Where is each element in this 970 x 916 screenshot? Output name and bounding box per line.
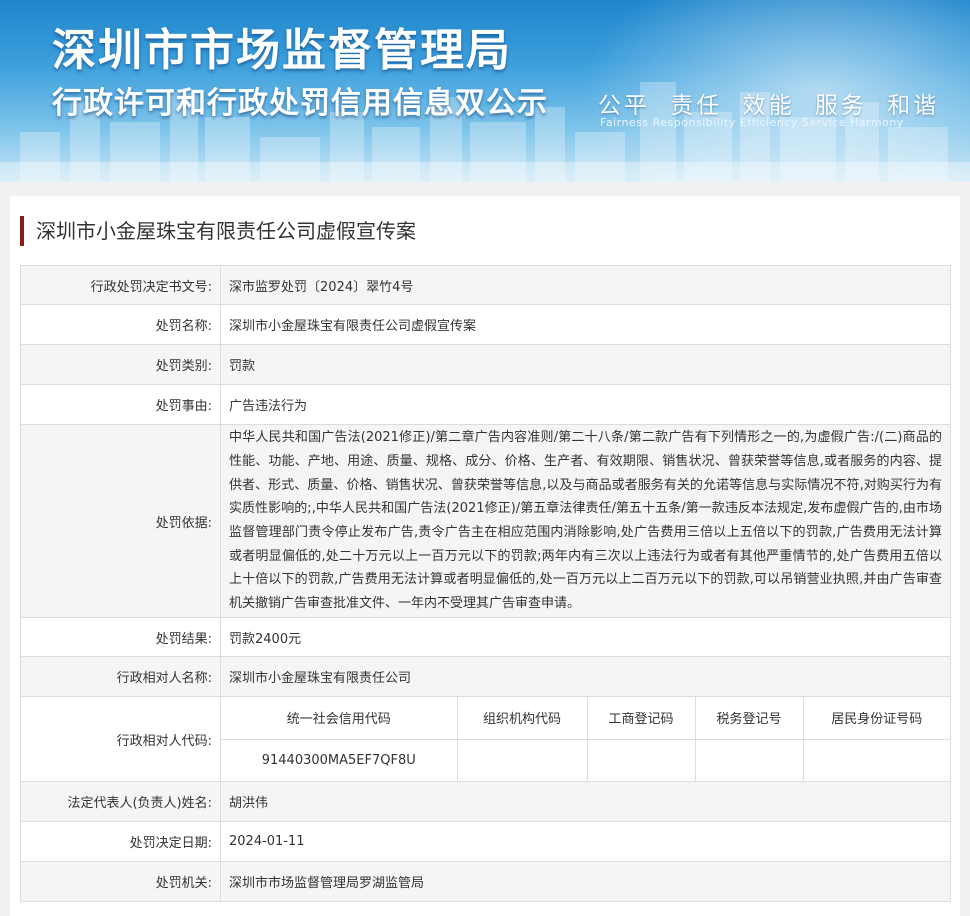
value-id-card-no xyxy=(802,738,950,781)
penalty-name-label: 处罚名称: xyxy=(20,304,221,345)
header-tax-reg-no: 税务登记号 xyxy=(694,697,804,740)
penalty-basis-label: 处罚依据: xyxy=(20,424,221,618)
decision-date-label: 处罚决定日期: xyxy=(20,821,221,862)
header-banner: 深圳市市场监督管理局 行政许可和行政处罚信用信息双公示 公平 责任 效能 服务 … xyxy=(0,0,970,182)
penalty-info-table: 行政处罚决定书文号: 深市监罗处罚〔2024〕翠竹4号 处罚名称: 深圳市小金屋… xyxy=(20,265,951,902)
row-decision-date: 处罚决定日期: 2024-01-11 xyxy=(20,821,951,862)
penalty-reason-value: 广告违法行为 xyxy=(220,384,951,425)
content-panel: 深圳市小金屋珠宝有限责任公司虚假宣传案 行政处罚决定书文号: 深市监罗处罚〔20… xyxy=(10,196,960,916)
penalty-type-label: 处罚类别: xyxy=(20,344,221,385)
slogan: 公平 责任 效能 服务 和谐 xyxy=(598,93,940,119)
legal-rep-value: 胡洪伟 xyxy=(220,781,951,822)
party-code-cell: 统一社会信用代码 组织机构代码 工商登记码 税务登记号 居民身份证号码 9144… xyxy=(220,696,951,782)
party-code-table: 统一社会信用代码 组织机构代码 工商登记码 税务登记号 居民身份证号码 9144… xyxy=(221,697,950,781)
header-org-code: 组织机构代码 xyxy=(456,697,588,740)
row-penalty-type: 处罚类别: 罚款 xyxy=(20,344,951,385)
value-unified-credit-code: 91440300MA5EF7QF8U xyxy=(221,738,458,781)
penalty-type-value: 罚款 xyxy=(220,344,951,385)
header-id-card-no: 居民身份证号码 xyxy=(802,697,950,740)
decision-no-label: 行政处罚决定书文号: xyxy=(20,265,221,305)
bureau-title: 深圳市市场监督管理局 xyxy=(52,25,512,76)
penalty-name-value: 深圳市小金屋珠宝有限责任公司虚假宣传案 xyxy=(220,304,951,345)
value-business-reg-code xyxy=(586,738,696,781)
authority-label: 处罚机关: xyxy=(20,861,221,902)
row-penalty-reason: 处罚事由: 广告违法行为 xyxy=(20,384,951,425)
row-decision-no: 行政处罚决定书文号: 深市监罗处罚〔2024〕翠竹4号 xyxy=(20,265,951,305)
penalty-result-label: 处罚结果: xyxy=(20,617,221,657)
row-authority: 处罚机关: 深圳市市场监督管理局罗湖监管局 xyxy=(20,861,951,902)
penalty-reason-label: 处罚事由: xyxy=(20,384,221,425)
system-subtitle: 行政许可和行政处罚信用信息双公示 xyxy=(52,86,548,121)
row-party-name: 行政相对人名称: 深圳市小金屋珠宝有限责任公司 xyxy=(20,656,951,697)
penalty-basis-value: 中华人民共和国广告法(2021修正)/第二章广告内容准则/第二十八条/第二款广告… xyxy=(220,424,951,618)
party-name-value: 深圳市小金屋珠宝有限责任公司 xyxy=(220,656,951,697)
slogan-english: Fairness Responsibility Efficiency Servi… xyxy=(600,116,904,129)
case-title: 深圳市小金屋珠宝有限责任公司虚假宣传案 xyxy=(20,216,416,246)
party-code-header-row: 统一社会信用代码 组织机构代码 工商登记码 税务登记号 居民身份证号码 xyxy=(221,697,950,740)
authority-value: 深圳市市场监督管理局罗湖监管局 xyxy=(220,861,951,902)
decision-date-value: 2024-01-11 xyxy=(220,821,951,862)
legal-rep-label: 法定代表人(负责人)姓名: xyxy=(20,781,221,822)
row-penalty-basis: 处罚依据: 中华人民共和国广告法(2021修正)/第二章广告内容准则/第二十八条… xyxy=(20,424,951,618)
header-business-reg-code: 工商登记码 xyxy=(586,697,696,740)
row-penalty-name: 处罚名称: 深圳市小金屋珠宝有限责任公司虚假宣传案 xyxy=(20,304,951,345)
row-penalty-result: 处罚结果: 罚款2400元 xyxy=(20,617,951,657)
decision-no-value: 深市监罗处罚〔2024〕翠竹4号 xyxy=(220,265,951,305)
penalty-result-value: 罚款2400元 xyxy=(220,617,951,657)
party-code-value-row: 91440300MA5EF7QF8U xyxy=(221,738,950,781)
value-tax-reg-no xyxy=(694,738,804,781)
value-org-code xyxy=(456,738,588,781)
row-legal-rep: 法定代表人(负责人)姓名: 胡洪伟 xyxy=(20,781,951,822)
row-party-code: 行政相对人代码: 统一社会信用代码 组织机构代码 工商登记码 税务登记号 居民身… xyxy=(20,696,951,782)
party-code-label: 行政相对人代码: xyxy=(20,696,221,782)
header-unified-credit-code: 统一社会信用代码 xyxy=(221,697,458,740)
party-name-label: 行政相对人名称: xyxy=(20,656,221,697)
